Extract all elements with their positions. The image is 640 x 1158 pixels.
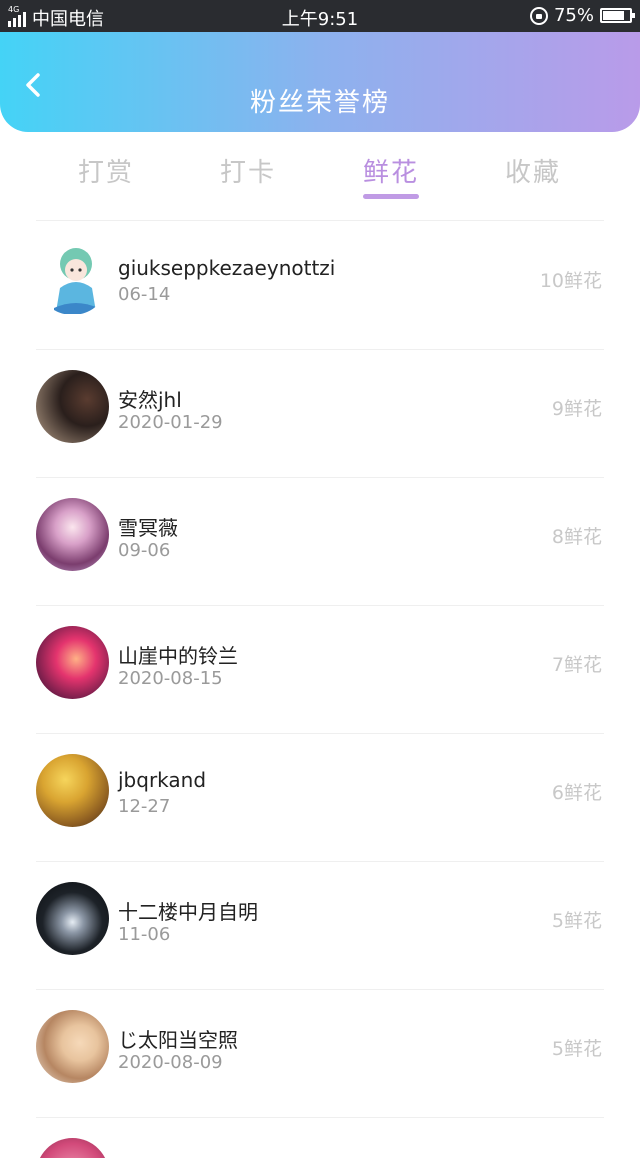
avatar[interactable]	[36, 754, 109, 827]
avatar[interactable]	[36, 626, 109, 699]
status-bar: 4G 中国电信 上午9:51 75%	[0, 0, 640, 32]
list-item[interactable]: giukseppkezaeynottzi 06-14 10鲜花	[36, 222, 604, 350]
avatar[interactable]	[36, 1138, 109, 1158]
user-name: 山崖中的铃兰	[118, 644, 238, 668]
flower-count: 5鲜花	[551, 1038, 602, 1060]
user-date: 2020-08-09	[118, 1052, 223, 1073]
user-name: 雪冥薇	[118, 516, 178, 540]
user-name: じ太阳当空照	[118, 1028, 238, 1052]
fan-ranking-list: giukseppkezaeynottzi 06-14 10鲜花 安然jhl 20…	[36, 222, 604, 1158]
rotation-lock-icon	[529, 6, 548, 25]
battery-icon	[600, 8, 635, 23]
avatar[interactable]	[36, 882, 109, 955]
header: 粉丝荣誉榜	[0, 32, 640, 132]
user-date: 09-06	[118, 540, 171, 561]
flower-count: 5鲜花	[551, 910, 602, 932]
tab-checkin[interactable]: 打卡	[188, 152, 308, 189]
tab-tip[interactable]: 打赏	[46, 152, 166, 189]
user-date: 11-06	[118, 924, 171, 945]
avatar[interactable]	[36, 498, 109, 571]
flower-count: 10鲜花	[539, 270, 602, 292]
flower-count: 7鲜花	[551, 654, 602, 676]
tab-favorites[interactable]: 收藏	[473, 152, 593, 189]
list-item[interactable]: 十二楼中月自明 11-06 5鲜花	[36, 862, 604, 990]
user-name: jbqrkand	[118, 768, 207, 792]
tab-flowers[interactable]: 鲜花	[331, 152, 451, 189]
battery-percent: 75%	[553, 5, 594, 26]
user-date: 12-27	[118, 796, 171, 817]
user-date: 2020-01-29	[118, 412, 223, 433]
user-date: 06-14	[118, 284, 171, 305]
list-item[interactable]: jbqrkand 12-27 6鲜花	[36, 734, 604, 862]
list-item[interactable]: 雪冥薇 09-06 8鲜花	[36, 478, 604, 606]
list-item[interactable]	[36, 1118, 604, 1158]
flower-count: 6鲜花	[551, 782, 602, 804]
flower-count: 9鲜花	[551, 398, 602, 420]
active-tab-indicator	[363, 194, 419, 199]
divider	[36, 220, 604, 221]
list-item[interactable]: 安然jhl 2020-01-29 9鲜花	[36, 350, 604, 478]
list-item[interactable]: じ太阳当空照 2020-08-09 5鲜花	[36, 990, 604, 1118]
page-title: 粉丝荣誉榜	[249, 88, 390, 118]
avatar[interactable]	[36, 242, 109, 315]
tab-bar: 打赏 打卡 鲜花 收藏	[0, 140, 640, 200]
avatar[interactable]	[36, 370, 109, 443]
list-item[interactable]: 山崖中的铃兰 2020-08-15 7鲜花	[36, 606, 604, 734]
user-name: 十二楼中月自明	[118, 900, 258, 924]
user-date: 2020-08-15	[118, 668, 223, 689]
user-name: 安然jhl	[118, 388, 182, 412]
flower-count: 8鲜花	[551, 526, 602, 548]
user-name: giukseppkezaeynottzi	[118, 256, 336, 280]
status-right: 75%	[529, 5, 635, 26]
avatar[interactable]	[36, 1010, 109, 1083]
